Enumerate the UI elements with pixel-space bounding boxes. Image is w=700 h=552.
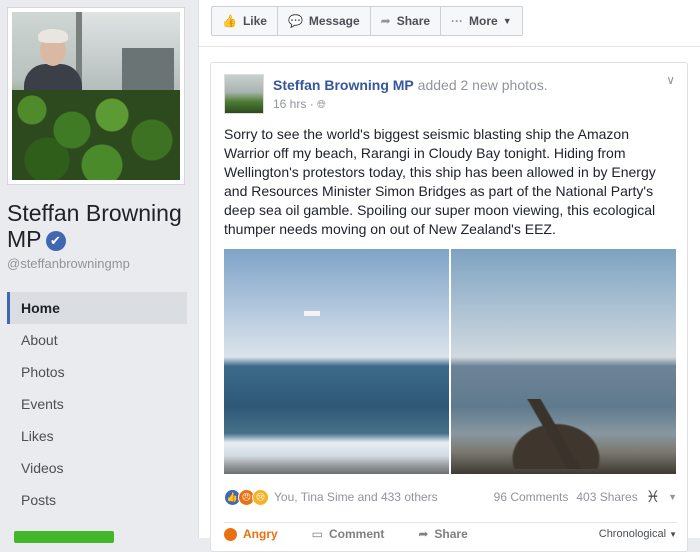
plants — [12, 90, 180, 180]
sidebar-item-posts[interactable]: Posts — [7, 484, 187, 516]
comments-count[interactable]: 96 Comments — [494, 490, 569, 504]
post-options-chevron-icon[interactable]: ∨ — [666, 73, 675, 87]
message-label: Message — [308, 14, 360, 28]
separator-dot: · — [309, 97, 318, 111]
person-hair — [38, 29, 68, 43]
share-arrow-icon: ➦ — [418, 527, 429, 541]
chevron-down-icon[interactable]: ▼ — [668, 492, 677, 502]
header-divider — [199, 46, 700, 47]
sidebar-item-likes[interactable]: Likes — [7, 420, 187, 452]
like-page-label: Like — [242, 14, 267, 28]
more-label: More — [469, 14, 498, 28]
sidebar-item-home[interactable]: Home — [7, 292, 187, 324]
share-label: Share — [434, 527, 468, 541]
sad-reaction-icon: 😢 — [252, 488, 269, 506]
sort-dropdown[interactable]: Chronological ▼ — [599, 528, 677, 540]
engagement-counts: 96 Comments 403 Shares ♓︎ ▼ — [494, 487, 677, 507]
create-button[interactable] — [14, 531, 114, 543]
post-author-link[interactable]: Steffan Browning MP — [273, 77, 414, 93]
post-action-text: added 2 new photos. — [417, 77, 548, 93]
reactions-names[interactable]: You, Tina Sime and 433 others — [274, 490, 438, 504]
share-page-button[interactable]: ➦ Share — [371, 7, 442, 35]
globe-icon: 🌐︎ — [317, 99, 326, 111]
driftwood — [481, 399, 631, 469]
page-title: Steffan Browning MP ✔ — [7, 200, 192, 252]
sidebar-nav: Home About Photos Events Likes Videos Po… — [7, 292, 187, 516]
ellipsis-icon: ··· — [451, 14, 464, 28]
post-body-text: Sorry to see the world's biggest seismic… — [224, 126, 656, 237]
comment-icon: ▭ — [311, 527, 324, 541]
sidebar-item-events[interactable]: Events — [7, 388, 187, 420]
thumbs-up-icon: 👍 — [222, 14, 237, 28]
share-page-label: Share — [396, 14, 431, 28]
comment-label: Comment — [329, 527, 385, 541]
chevron-down-icon: ▼ — [502, 16, 512, 26]
post-card: Steffan Browning MP added 2 new photos. … — [210, 62, 688, 552]
profile-picture[interactable] — [7, 7, 185, 185]
ship-silhouette — [304, 311, 320, 316]
page-handle[interactable]: @steffanbrowningmp — [7, 256, 130, 271]
reactions-summary: 👍 😠 😢 You, Tina Sime and 433 others 96 C… — [224, 487, 677, 507]
post-timestamp[interactable]: 16 hrs — [273, 97, 306, 111]
page-action-bar: 👍 Like 💬 Message ➦ Share ··· More ▼ — [211, 6, 523, 36]
message-bubble-icon: 💬 — [287, 14, 303, 28]
comment-button[interactable]: ▭ Comment — [312, 527, 385, 541]
pisces-icon[interactable]: ♓︎ — [646, 487, 660, 507]
page-title-text: Steffan Browning MP — [7, 200, 182, 252]
angry-label: Angry — [243, 527, 278, 541]
message-button[interactable]: 💬 Message — [278, 7, 371, 35]
profile-photo — [12, 12, 180, 180]
sidebar-item-photos[interactable]: Photos — [7, 356, 187, 388]
post-actions: Angry ▭ Comment ➦ Share Chronological ▼ — [224, 522, 677, 545]
angry-reaction-button[interactable]: Angry — [224, 527, 278, 541]
post-author-avatar[interactable] — [224, 74, 264, 114]
angry-face-icon — [224, 527, 237, 541]
post-photo-1[interactable] — [224, 249, 449, 474]
more-button[interactable]: ··· More ▼ — [441, 7, 522, 35]
post-meta: 16 hrs · 🌐︎ — [273, 97, 326, 112]
like-page-button[interactable]: 👍 Like — [212, 7, 278, 35]
sidebar-item-videos[interactable]: Videos — [7, 452, 187, 484]
verified-badge-icon: ✔ — [45, 231, 66, 251]
sidebar-item-about[interactable]: About — [7, 324, 187, 356]
share-arrow-icon: ➦ — [380, 14, 391, 28]
post-photo-2[interactable] — [451, 249, 676, 474]
shares-count[interactable]: 403 Shares — [576, 490, 637, 504]
post-header: Steffan Browning MP added 2 new photos. — [273, 77, 548, 93]
sort-label: Chronological — [598, 528, 667, 540]
share-button[interactable]: ➦ Share — [418, 527, 467, 541]
